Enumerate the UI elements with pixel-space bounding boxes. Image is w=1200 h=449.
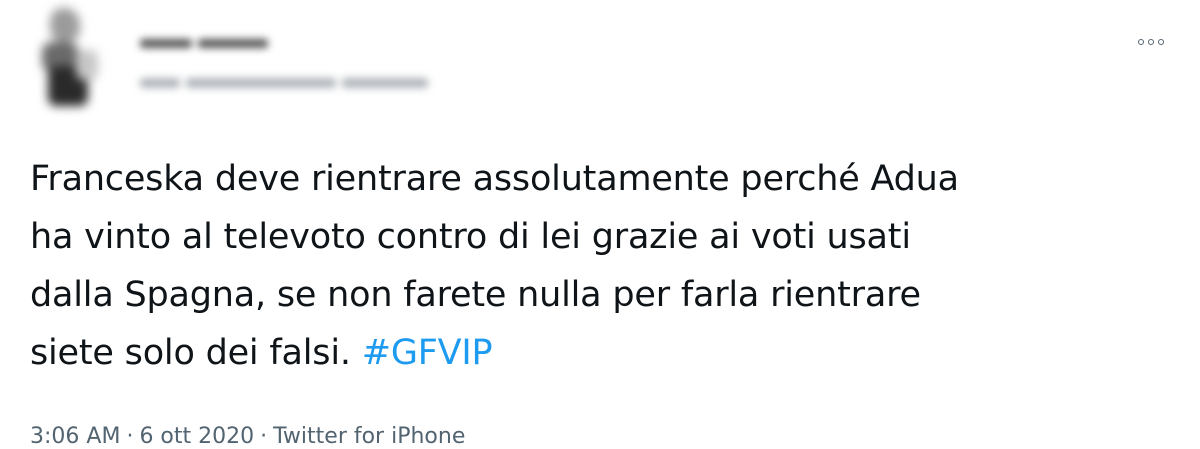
tweet-metadata: 3:06 AM · 6 ott 2020 · Twitter for iPhone <box>30 424 465 449</box>
tweet-card: Franceska deve rientrare assolutamente p… <box>0 0 1200 449</box>
tweet-text-line: siete solo dei falsi. <box>30 333 362 373</box>
avatar-blur-part <box>50 8 80 42</box>
username-redacted[interactable] <box>140 70 430 96</box>
separator: · <box>260 424 268 449</box>
hashtag-link[interactable]: #GFVIP <box>362 333 493 373</box>
tweet-text: Franceska deve rientrare assolutamente p… <box>30 150 1180 382</box>
more-options-icon[interactable] <box>1138 36 1174 48</box>
tweet-text-line-last: siete solo dei falsi. #GFVIP <box>30 324 1180 382</box>
dot-icon <box>1138 39 1144 45</box>
tweet-text-line: ha vinto al televoto contro di lei grazi… <box>30 217 911 257</box>
display-name-redacted[interactable] <box>140 33 270 55</box>
tweet-text-line: dalla Spagna, se non farete nulla per fa… <box>30 275 921 315</box>
dot-icon <box>1148 39 1154 45</box>
tweet-source[interactable]: Twitter for iPhone <box>273 424 465 449</box>
separator: · <box>126 424 134 449</box>
tweet-time[interactable]: 3:06 AM <box>30 424 120 449</box>
tweet-text-line: Franceska deve rientrare assolutamente p… <box>30 159 959 199</box>
tweet-date[interactable]: 6 ott 2020 <box>139 424 254 449</box>
avatar[interactable] <box>32 2 104 110</box>
avatar-blur-part <box>76 50 98 80</box>
dot-icon <box>1158 39 1164 45</box>
